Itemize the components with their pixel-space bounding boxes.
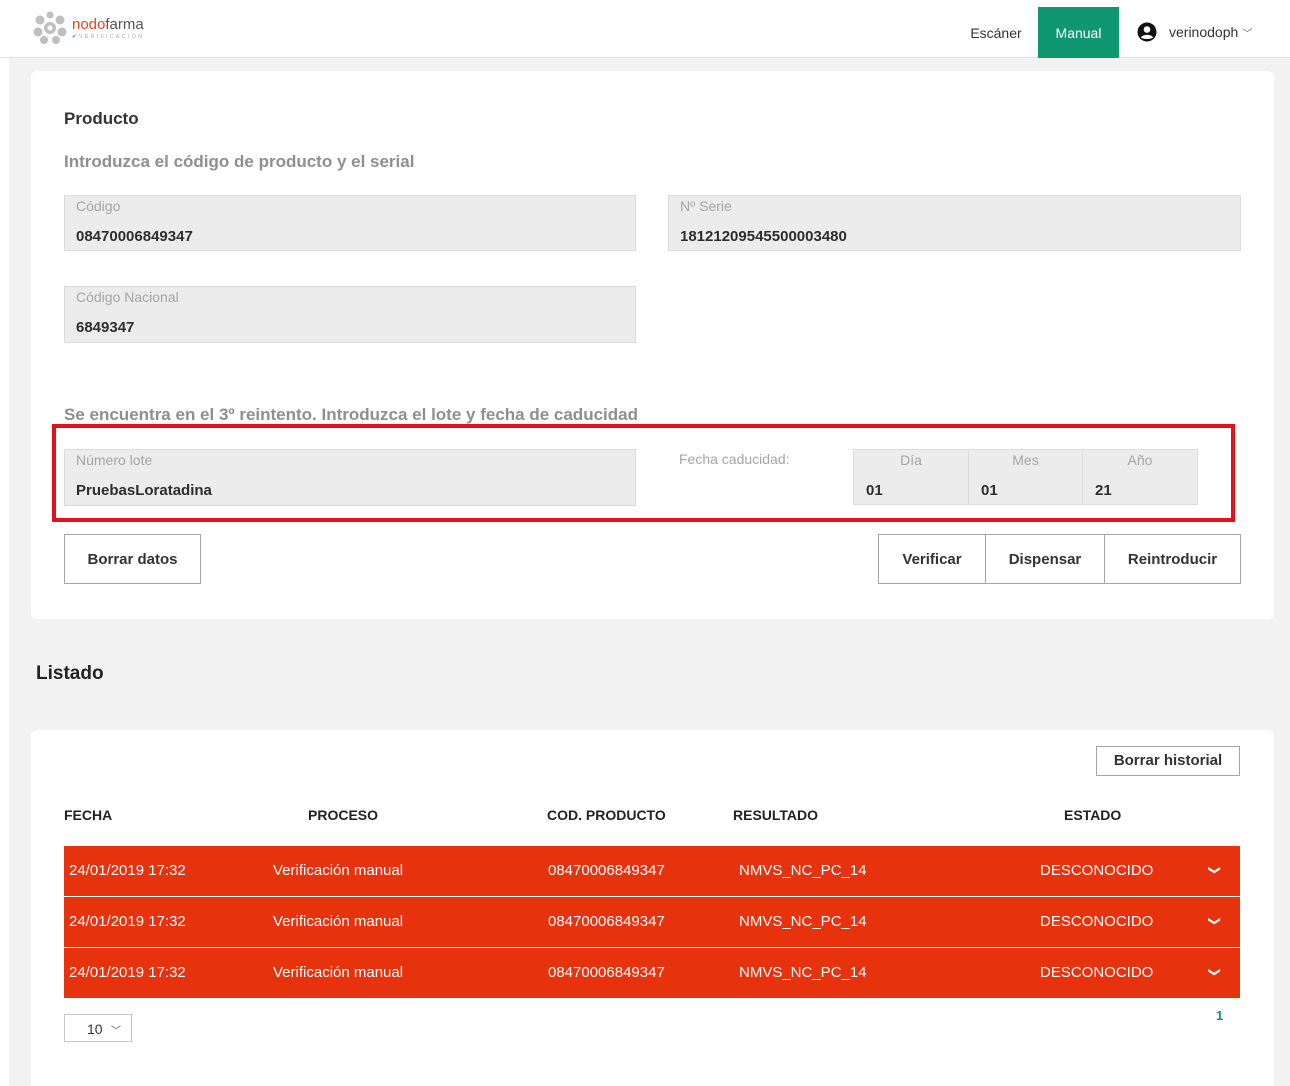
column-header-resultado[interactable]: RESULTADO — [733, 807, 818, 823]
codigo-nacional-value: 6849347 — [76, 319, 135, 336]
row-proceso: Verificación manual — [273, 913, 404, 930]
borrar-datos-button[interactable]: Borrar datos — [64, 534, 201, 584]
user-circle-icon — [1137, 22, 1157, 42]
column-header-cod-producto[interactable]: COD. PRODUCTO — [547, 807, 666, 823]
row-estado: DESCONOCIDO — [1040, 913, 1154, 930]
pagination-page[interactable]: 1 — [1216, 1008, 1223, 1023]
serie-value: 18121209545500003480 — [680, 228, 847, 245]
listado-title: Listado — [36, 663, 104, 684]
borrar-historial-button[interactable]: Borrar historial — [1096, 746, 1240, 776]
codigo-label: Código — [76, 198, 121, 214]
serie-label: Nº Serie — [680, 198, 732, 214]
logo-mark-icon — [33, 11, 67, 44]
table-row[interactable]: 24/01/2019 17:32 Verificación manual 084… — [64, 948, 1240, 998]
row-fecha: 24/01/2019 17:32 — [69, 862, 186, 879]
product-subtitle: Introduzca el código de producto y el se… — [64, 152, 415, 171]
expand-chevron-icon[interactable]: ❯ — [1208, 916, 1222, 926]
serie-field[interactable]: Nº Serie 18121209545500003480 — [668, 195, 1241, 251]
row-estado: DESCONOCIDO — [1040, 862, 1154, 879]
column-header-estado[interactable]: ESTADO — [1064, 807, 1121, 823]
nav-scanner[interactable]: Escáner — [958, 0, 1034, 58]
verificar-button[interactable]: Verificar — [878, 534, 986, 584]
row-cod-producto: 08470006849347 — [548, 913, 665, 930]
page-size-select[interactable]: 10 ﹀ — [64, 1014, 132, 1042]
user-menu[interactable]: verinodoph ﹀ — [1137, 22, 1252, 42]
nodofarma-logo[interactable]: nodofarma ✔VERIFICACIÓN — [30, 10, 144, 46]
row-proceso: Verificación manual — [273, 862, 404, 879]
dispensar-button[interactable]: Dispensar — [985, 534, 1105, 584]
chevron-down-icon: ﹀ — [1242, 28, 1253, 40]
row-fecha: 24/01/2019 17:32 — [69, 913, 186, 930]
row-resultado: NMVS_NC_PC_14 — [739, 964, 867, 981]
expand-chevron-icon[interactable]: ❯ — [1208, 967, 1222, 977]
codigo-nacional-field[interactable]: Código Nacional 6849347 — [64, 286, 636, 343]
row-cod-producto: 08470006849347 — [548, 964, 665, 981]
logo-name: nodofarma — [72, 15, 144, 33]
retry-notice: Se encuentra en el 3º reintento. Introdu… — [64, 405, 638, 424]
table-row[interactable]: 24/01/2019 17:32 Verificación manual 084… — [64, 897, 1240, 947]
user-name: verinodoph — [1169, 24, 1239, 40]
codigo-value: 08470006849347 — [76, 228, 193, 245]
codigo-field[interactable]: Código 08470006849347 — [64, 195, 636, 251]
highlight-frame — [52, 424, 1235, 522]
expand-chevron-icon[interactable]: ❯ — [1208, 865, 1222, 875]
row-estado: DESCONOCIDO — [1040, 964, 1154, 981]
column-header-fecha[interactable]: FECHA — [64, 807, 112, 823]
row-proceso: Verificación manual — [273, 964, 404, 981]
codigo-nacional-label: Código Nacional — [76, 289, 179, 305]
reintroducir-button[interactable]: Reintroducir — [1104, 534, 1241, 584]
row-resultado: NMVS_NC_PC_14 — [739, 862, 867, 879]
top-navigation-bar: nodofarma ✔VERIFICACIÓN Escáner Manual v… — [0, 0, 1290, 58]
table-row[interactable]: 24/01/2019 17:32 Verificación manual 084… — [64, 846, 1240, 896]
column-header-proceso[interactable]: PROCESO — [308, 807, 378, 823]
page-size-value: 10 — [87, 1021, 103, 1037]
nav-manual[interactable]: Manual — [1038, 7, 1119, 58]
row-cod-producto: 08470006849347 — [548, 862, 665, 879]
row-fecha: 24/01/2019 17:32 — [69, 964, 186, 981]
row-resultado: NMVS_NC_PC_14 — [739, 913, 867, 930]
product-section-title: Producto — [64, 109, 139, 128]
logo-subtitle: ✔VERIFICACIÓN — [72, 33, 145, 40]
chevron-down-icon: ﹀ — [111, 1026, 121, 1037]
